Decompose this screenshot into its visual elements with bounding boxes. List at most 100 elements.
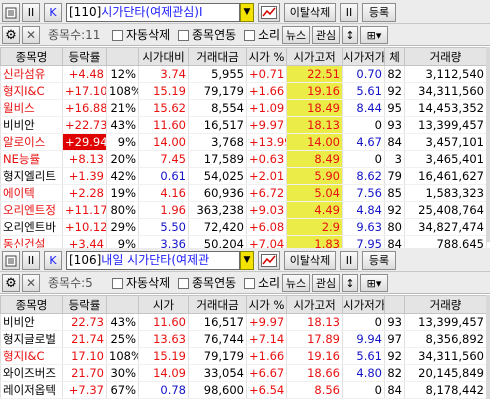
panel2-header-strength[interactable] — [384, 295, 405, 314]
stock-name-cell[interactable]: 신라섬유 — [0, 65, 63, 83]
panel1-header-stock-name[interactable]: 종목명 — [0, 47, 63, 66]
table-row[interactable]: 형지I&C+17.10108%15.1979,179+1.6619.165.61… — [0, 82, 487, 100]
panel2-chart-button[interactable] — [258, 251, 280, 270]
panel2-header-volume-ratio[interactable] — [106, 295, 139, 314]
panel2-list-button[interactable] — [2, 251, 20, 270]
stock-name-cell[interactable]: 형지I&C — [0, 347, 63, 365]
panel2-news-tab[interactable]: 뉴스 — [282, 274, 310, 292]
panel1-header-change-rate[interactable]: 등락률 — [62, 47, 107, 66]
trade-amount-cell: 3,768 — [188, 133, 247, 151]
panel1-news-tab[interactable]: 뉴스 — [282, 26, 310, 44]
panel2-k-button[interactable]: K — [44, 251, 62, 270]
stock-name-cell[interactable]: 오리엔트정 — [0, 201, 63, 219]
panel1-settings-button[interactable]: ⚙ — [2, 26, 20, 44]
table-row[interactable]: NE능률 +8.13 20% 7.45 17,589 +0.63 8.49 0 3 3,465,4… — [0, 150, 487, 168]
panel1-chart-button[interactable] — [258, 3, 280, 22]
table-row[interactable]: 오리엔트바 +10.12 29% 5.50 72,420 +6.08 2.9 9.63 80 34… — [0, 218, 487, 236]
table-row[interactable]: 신라섬유 +4.48 12% 3.74 5,955 +0.71 22.51 0.70 82 3,1… — [0, 65, 487, 83]
panel1-dropdown-arrow-icon[interactable]: ▼ — [240, 3, 254, 22]
table-row[interactable]: 비비안 +22.73 43% 11.60 16,517 +9.97 18.13 0 93 13,3… — [0, 116, 487, 134]
panel1-header-open-pct[interactable]: 시가 % — [246, 47, 287, 66]
panel2-auto-delete-checkbox[interactable] — [112, 278, 123, 289]
table-row[interactable]: 윌비스 +16.88 21% 15.62 8,554 +1.09 18.49 8.44 95 14… — [0, 99, 487, 117]
trade-amount-cell: 363,238 — [188, 201, 247, 219]
vs-open-cell: 11.60 — [138, 116, 189, 134]
panel1-header-strength[interactable]: 체 — [384, 47, 405, 66]
stock-name-cell[interactable]: NE능률 — [0, 150, 63, 168]
open-high-low-cell: 18.49 — [286, 99, 343, 117]
panel2-watch-tab[interactable]: 관심 — [312, 274, 340, 292]
table-row[interactable]: 오리엔트정 +11.17 80% 1.96 363,238 +9.03 4.49 4.84 92… — [0, 201, 487, 219]
panel2-condition-select[interactable]: [106]내일 시가단타(여제관 — [66, 251, 240, 270]
panel1-register-button[interactable]: 등록 — [362, 3, 396, 22]
table-row[interactable]: 형지엘리트 +1.39 42% 0.61 54,025 +2.01 5.90 8.62 79 16… — [0, 167, 487, 185]
panel1-header-open-low[interactable]: 시가저가 — [342, 47, 385, 66]
panel1-header-trade-amount[interactable]: 거래대금 — [188, 47, 247, 66]
table-row[interactable]: 레이저옵텍 +7.37 67% 0.78 98,600 +6.54 8.56 0 84 8,178… — [0, 381, 487, 399]
stock-name-cell[interactable]: 오리엔트바 — [0, 218, 63, 236]
table-row[interactable]: 형지글로벌 21.74 25% 13.63 76,744 +7.14 17.89 9.94 97… — [0, 330, 487, 348]
table-row[interactable]: 에이텍 +2.28 19% 4.16 60,936 +6.72 5.04 7.56 85 1,58… — [0, 184, 487, 202]
panel2-header-volume[interactable]: 거래량 — [404, 295, 487, 314]
panel1-pause-button[interactable]: II — [22, 3, 40, 22]
panel1-close-button[interactable]: ✕ — [22, 26, 40, 44]
volume-ratio-cell: 19% — [106, 184, 139, 202]
stock-name-cell[interactable]: 비비안 — [0, 313, 63, 331]
panel1-list-button[interactable] — [2, 3, 20, 22]
stock-name-cell[interactable]: 형지글로벌 — [0, 330, 63, 348]
panel1-scrollbar[interactable] — [486, 47, 490, 242]
panel2-pause-button[interactable]: II — [22, 251, 40, 270]
stock-name-cell[interactable]: 레이저옵텍 — [0, 381, 63, 399]
panel2-header-change-rate[interactable]: 등락률 — [62, 295, 107, 314]
panel2-header-stock-name[interactable]: 종목명 — [0, 295, 63, 314]
panel1-unwatch-button[interactable]: 이탈삭제 — [284, 3, 336, 22]
table-row[interactable]: 형지I&C17.10108%15.1979,179+1.6619.165.619… — [0, 347, 487, 365]
panel2-grid-button[interactable]: ⊞▾ — [360, 274, 388, 292]
panel2-header-open-pct[interactable]: 시가 % — [246, 295, 287, 314]
volume-ratio-cell: 12% — [106, 65, 139, 83]
table-row[interactable]: 와이즈버즈 21.70 30% 14.09 33,054 +6.67 18.66 4.80 82… — [0, 364, 487, 382]
panel1-header-open-high-low[interactable]: 시가고저 — [286, 47, 343, 66]
panel2-settings-button[interactable]: ⚙ — [2, 274, 20, 292]
panel1-header-volume[interactable]: 거래량 — [404, 47, 487, 66]
panel2-pause2-button[interactable]: II — [340, 251, 358, 270]
open-low-cell: 8.44 — [342, 99, 385, 117]
panel2-header-vs-open[interactable]: 시가 — [138, 295, 189, 314]
panel2-close-button[interactable]: ✕ — [22, 274, 40, 292]
panel2-unwatch-button[interactable]: 이탈삭제 — [284, 251, 336, 270]
panel2-sort-button[interactable]: ↕ — [342, 274, 358, 292]
stock-name-cell[interactable]: 형지I&C — [0, 82, 63, 100]
panel1-grid-button[interactable]: ⊞▾ — [360, 26, 388, 44]
table-row[interactable]: 알로이스+29.949%14.003,768+13.9914.004.67843… — [0, 133, 487, 151]
panel1-header-vs-open[interactable]: 시가대비 — [138, 47, 189, 66]
stock-name-cell[interactable]: 형지엘리트 — [0, 167, 63, 185]
stock-name-cell[interactable]: 와이즈버즈 — [0, 364, 63, 382]
open-high-low-cell: 17.89 — [286, 330, 343, 348]
panel1-sound-checkbox[interactable] — [244, 30, 255, 41]
panel1-stock-link-checkbox[interactable] — [178, 30, 189, 41]
stock-name-cell[interactable]: 에이텍 — [0, 184, 63, 202]
stock-name-cell[interactable]: 비비안 — [0, 116, 63, 134]
open-low-cell: 0 — [342, 381, 385, 399]
panel2-stock-link-checkbox[interactable] — [178, 278, 189, 289]
panel2-dropdown-arrow-icon[interactable]: ▼ — [240, 251, 254, 270]
panel2-header-open-high-low[interactable]: 시가고저 — [286, 295, 343, 314]
panel1-header-volume-ratio[interactable] — [106, 47, 139, 66]
stock-name-cell[interactable]: 윌비스 — [0, 99, 63, 117]
stock-name-cell[interactable]: 알로이스 — [0, 133, 63, 151]
open-pct-cell: +9.97 — [246, 116, 287, 134]
panel1-k-button[interactable]: K — [44, 3, 62, 22]
panel2-header-open-low[interactable]: 시가저가 — [342, 295, 385, 314]
panel1-condition-select[interactable]: [110]시가단타(여제관심)Ⅰ — [66, 3, 240, 22]
panel2-register-button[interactable]: 등록 — [362, 251, 396, 270]
panel2-header-trade-amount[interactable]: 거래대금 — [188, 295, 247, 314]
panel1-watch-tab[interactable]: 관심 — [312, 26, 340, 44]
panel1-pause2-button[interactable]: II — [340, 3, 358, 22]
panel1-sort-button[interactable]: ↕ — [342, 26, 358, 44]
panel1-auto-delete-checkbox[interactable] — [112, 30, 123, 41]
panel2-auto-delete-label: 자동삭제 — [126, 276, 171, 290]
panel2-sound-checkbox[interactable] — [244, 278, 255, 289]
panel2-scrollbar[interactable] — [486, 295, 490, 399]
open-low-cell: 5.61 — [342, 347, 385, 365]
table-row[interactable]: 비비안 22.73 43% 11.60 16,517 +9.97 18.13 0 93 13,39… — [0, 313, 487, 331]
